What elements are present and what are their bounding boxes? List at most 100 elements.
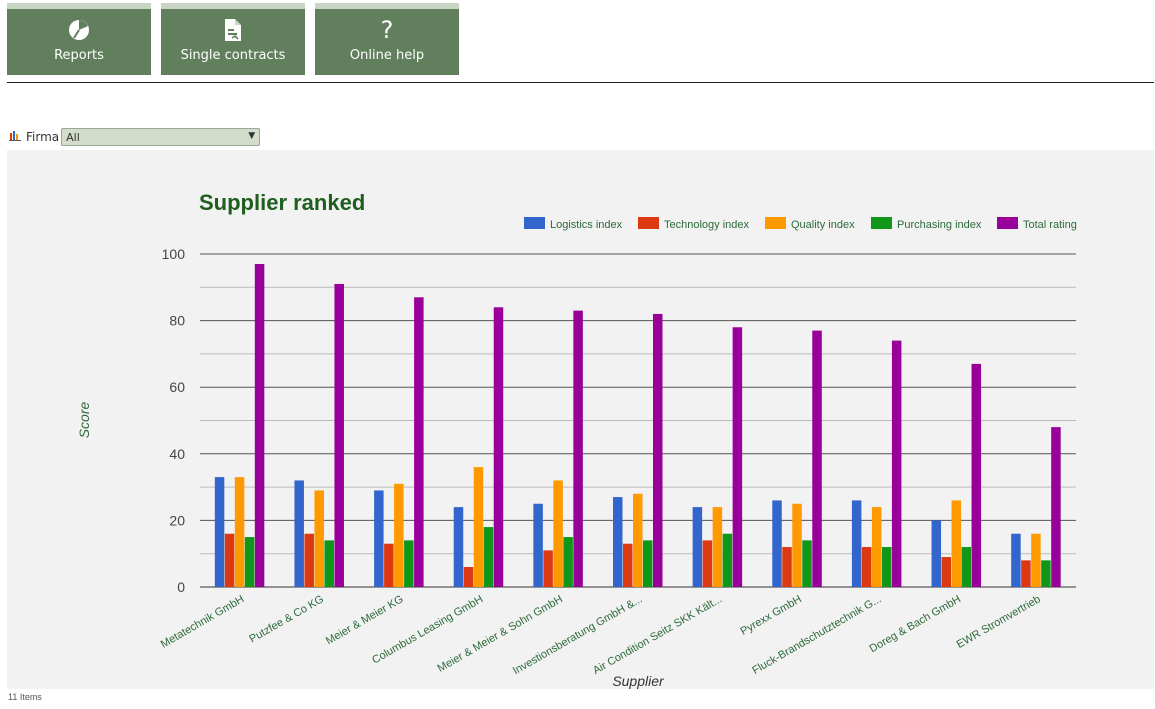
- bar[interactable]: [563, 537, 573, 587]
- bar[interactable]: [493, 307, 504, 587]
- pie-chart-icon: [7, 18, 151, 42]
- bar[interactable]: [374, 490, 384, 587]
- bar[interactable]: [324, 540, 334, 587]
- bar[interactable]: [473, 467, 484, 587]
- bar[interactable]: [712, 507, 723, 587]
- bar[interactable]: [334, 283, 344, 587]
- bar[interactable]: [234, 477, 245, 587]
- bar[interactable]: [404, 540, 414, 587]
- legend-label: Quality index: [791, 219, 855, 231]
- firma-filter: Firma All ▼: [9, 127, 261, 147]
- bar[interactable]: [1021, 560, 1031, 587]
- bar[interactable]: [314, 490, 324, 587]
- firma-select[interactable]: All ▼: [61, 128, 261, 146]
- legend-label: Total rating: [1023, 219, 1077, 231]
- bar[interactable]: [861, 547, 872, 587]
- bar[interactable]: [732, 327, 743, 587]
- bar[interactable]: [812, 330, 822, 587]
- legend-label: Technology index: [664, 219, 750, 231]
- header-divider: [7, 82, 1154, 83]
- bar[interactable]: [384, 543, 394, 587]
- question-mark-icon: ?: [380, 16, 394, 44]
- y-tick-label: 20: [169, 512, 185, 528]
- chart-panel: Supplier ranked Logistics index Technolog…: [7, 150, 1154, 689]
- bar[interactable]: [254, 263, 265, 587]
- y-axis-ticks: 0 20 40 60 80 100: [162, 246, 186, 595]
- x-tick-label: Meier & Meier & Sohn GmbH: [436, 593, 565, 675]
- bar[interactable]: [1031, 533, 1041, 587]
- bar[interactable]: [961, 547, 972, 587]
- bar[interactable]: [692, 507, 703, 587]
- bar[interactable]: [941, 557, 952, 587]
- bar[interactable]: [633, 493, 643, 587]
- bar[interactable]: [871, 507, 882, 587]
- supplier-ranked-chart: Supplier ranked Logistics index Technolog…: [76, 190, 1077, 689]
- bar[interactable]: [214, 477, 225, 587]
- bar[interactable]: [304, 533, 314, 587]
- y-tick-label: 40: [169, 446, 185, 462]
- y-axis-label: Score: [76, 402, 92, 439]
- reports-tile[interactable]: Reports: [7, 3, 151, 75]
- bar[interactable]: [623, 543, 633, 587]
- bar[interactable]: [573, 310, 583, 587]
- bar[interactable]: [224, 533, 235, 587]
- online-help-tile[interactable]: ? Online help: [315, 3, 459, 75]
- y-tick-label: 80: [169, 313, 185, 329]
- bar-chart-icon: [9, 130, 22, 144]
- bar[interactable]: [792, 503, 802, 587]
- chart-legend: Logistics index Technology index Quality i…: [524, 217, 1077, 231]
- contract-document-icon: [161, 18, 305, 42]
- bar[interactable]: [782, 547, 792, 587]
- single-contracts-label: Single contracts: [180, 48, 286, 63]
- bar[interactable]: [244, 537, 255, 587]
- bar[interactable]: [414, 297, 424, 587]
- bar[interactable]: [394, 483, 404, 587]
- bar[interactable]: [533, 503, 543, 587]
- bar[interactable]: [453, 507, 464, 587]
- firma-label: Firma: [26, 130, 60, 144]
- x-tick-label: EWR Stromvertrieb: [955, 593, 1043, 651]
- bar[interactable]: [722, 533, 733, 587]
- items-count: 11 Items: [8, 692, 42, 702]
- bar[interactable]: [881, 547, 892, 587]
- legend-label: Logistics index: [550, 219, 623, 231]
- y-tick-label: 0: [177, 579, 185, 595]
- y-tick-label: 100: [162, 246, 186, 262]
- bar[interactable]: [931, 520, 942, 587]
- bar[interactable]: [543, 550, 553, 587]
- x-axis-label: Supplier: [612, 673, 665, 689]
- chevron-down-icon: ▼: [248, 131, 256, 141]
- x-tick-label: Pyrexx GmbH: [738, 593, 803, 638]
- x-tick-label: Meier & Meier KG: [324, 593, 406, 647]
- legend-label: Purchasing index: [897, 219, 982, 231]
- legend-swatch: [524, 217, 545, 229]
- x-axis-ticks: Metatechnik GmbH Putzfee & Co KGMeier & M…: [159, 593, 1043, 677]
- bar[interactable]: [971, 363, 982, 587]
- chart-title: Supplier ranked: [199, 190, 365, 215]
- bar[interactable]: [613, 497, 623, 587]
- x-tick-label: Air Condition Seitz SKK Kält...: [591, 593, 724, 677]
- bar[interactable]: [891, 340, 902, 587]
- firma-select-value: All: [66, 131, 80, 144]
- bar[interactable]: [802, 540, 812, 587]
- bar[interactable]: [1051, 427, 1061, 587]
- bar[interactable]: [643, 540, 653, 587]
- bar[interactable]: [772, 500, 782, 587]
- bar[interactable]: [294, 480, 304, 587]
- bar[interactable]: [702, 540, 713, 587]
- x-tick-label: Metatechnik GmbH: [159, 593, 247, 650]
- x-tick-label: Putzfee & Co KG: [247, 593, 326, 645]
- bar[interactable]: [463, 567, 474, 587]
- y-tick-label: 60: [169, 379, 185, 395]
- bar[interactable]: [1011, 533, 1021, 587]
- online-help-label: Online help: [349, 48, 425, 63]
- legend-swatch: [871, 217, 892, 229]
- bar[interactable]: [483, 527, 494, 587]
- bar[interactable]: [1041, 560, 1051, 587]
- bar[interactable]: [851, 500, 862, 587]
- bar[interactable]: [553, 480, 563, 587]
- bar[interactable]: [653, 313, 663, 587]
- bar[interactable]: [951, 500, 962, 587]
- single-contracts-tile[interactable]: Single contracts: [161, 3, 305, 75]
- legend-swatch: [765, 217, 786, 229]
